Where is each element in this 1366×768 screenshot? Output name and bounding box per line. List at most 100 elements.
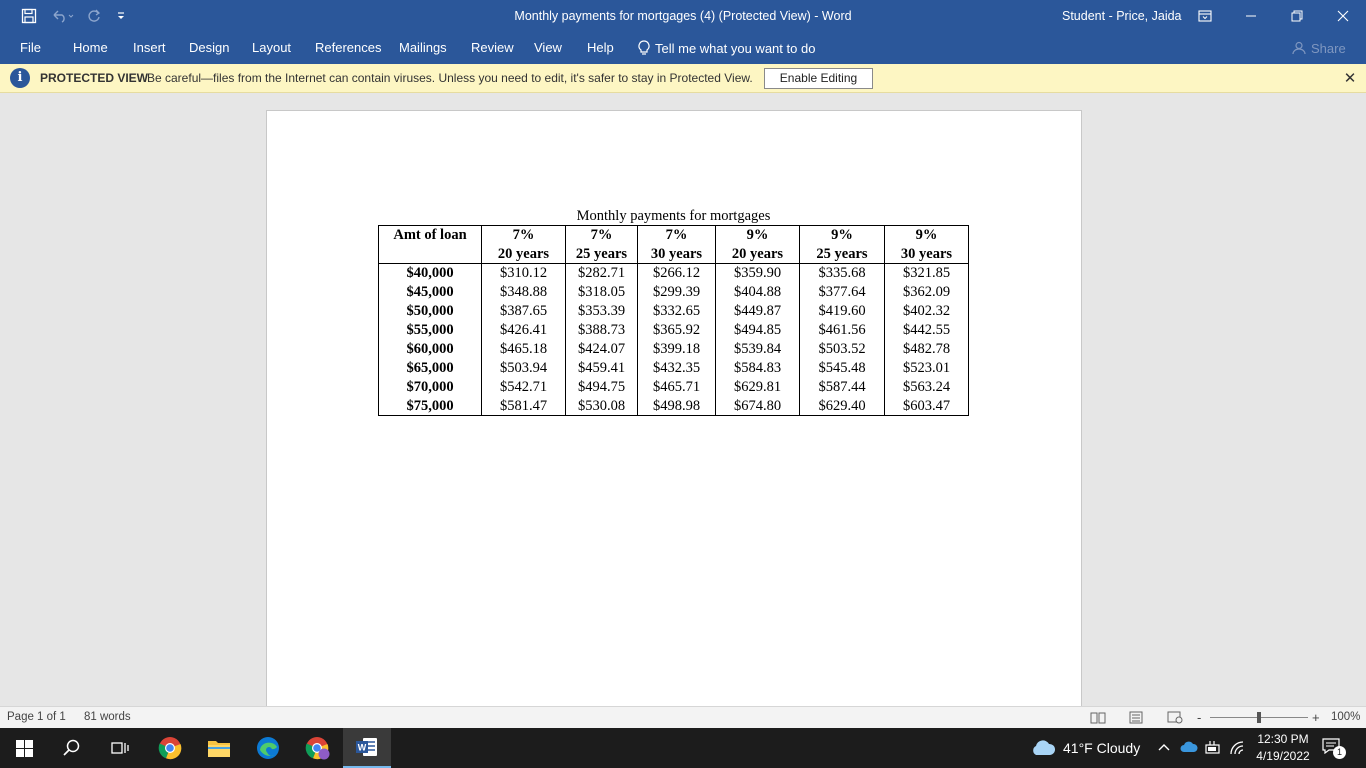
payment-cell: $365.92 (637, 320, 716, 340)
redo-icon[interactable] (84, 0, 104, 32)
windows-start-icon[interactable] (0, 728, 48, 768)
minimize-button[interactable] (1228, 0, 1274, 32)
payment-cell: $266.12 (637, 263, 716, 283)
payment-cell: $461.56 (799, 320, 885, 340)
wifi-icon[interactable] (1229, 740, 1247, 756)
edge-icon[interactable] (244, 728, 292, 768)
onedrive-icon[interactable] (1180, 741, 1198, 753)
payment-cell: $465.71 (637, 377, 716, 397)
loan-amount-cell: $65,000 (378, 358, 482, 378)
word-taskbar-icon[interactable]: W (343, 728, 391, 768)
person-icon (1292, 41, 1306, 55)
mortgage-table: Amt of loan 7% 7% 7% 9% 9% 9% 20 years 2… (378, 225, 969, 416)
close-window-button[interactable] (1320, 0, 1366, 32)
page-count[interactable]: Page 1 of 1 (7, 707, 66, 729)
protected-view-message: Be careful—files from the Internet can c… (147, 71, 753, 85)
tab-references[interactable]: References (315, 32, 381, 64)
chevron-up-icon[interactable] (1157, 742, 1171, 752)
zoom-out-button[interactable]: - (1197, 707, 1201, 729)
payment-cell: $584.83 (715, 358, 800, 378)
tab-file[interactable]: File (20, 32, 41, 64)
task-view-icon[interactable] (96, 728, 144, 768)
print-layout-icon[interactable] (1128, 711, 1144, 724)
table-row: $45,000 $348.88 $318.05 $299.39 $404.88 $377.… (378, 282, 969, 302)
payment-cell: $402.32 (884, 301, 969, 321)
payment-cell: $629.40 (799, 396, 885, 416)
payment-cell: $674.80 (715, 396, 800, 416)
zoom-slider-thumb[interactable] (1257, 712, 1261, 723)
tab-layout[interactable]: Layout (252, 32, 291, 64)
save-icon[interactable] (18, 0, 40, 32)
header-blank (378, 244, 482, 264)
header-rate: 9% (884, 225, 969, 245)
table-row: $75,000 $581.47 $530.08 $498.98 $674.80 $629.… (378, 396, 969, 416)
header-rate: 9% (799, 225, 885, 245)
payment-cell: $629.81 (715, 377, 800, 397)
protected-view-label: PROTECTED VIEW (40, 71, 149, 85)
header-row-term: 20 years 25 years 30 years 20 years 25 y… (378, 244, 969, 264)
payment-cell: $388.73 (565, 320, 638, 340)
payment-cell: $399.18 (637, 339, 716, 359)
tell-me-search[interactable]: Tell me what you want to do (638, 32, 815, 64)
payment-cell: $419.60 (799, 301, 885, 321)
ribbon-display-options-icon[interactable] (1182, 0, 1228, 32)
tab-view[interactable]: View (534, 32, 562, 64)
customize-toolbar-icon[interactable] (112, 0, 130, 32)
payment-cell: $282.71 (565, 263, 638, 283)
notification-center-icon[interactable]: 1 (1322, 738, 1346, 759)
chrome-icon[interactable] (146, 728, 194, 768)
payment-cell: $563.24 (884, 377, 969, 397)
table-row: $70,000 $542.71 $494.75 $465.71 $629.81 $587.… (378, 377, 969, 397)
loan-amount-cell: $50,000 (378, 301, 482, 321)
loan-amount-cell: $70,000 (378, 377, 482, 397)
tab-mailings[interactable]: Mailings (399, 32, 447, 64)
read-mode-icon[interactable] (1090, 711, 1106, 724)
notification-count-badge: 1 (1333, 746, 1346, 759)
clock-date: 4/19/2022 (1256, 749, 1310, 763)
payment-cell: $503.94 (481, 358, 566, 378)
protected-view-bar: i PROTECTED VIEW Be careful—files from t… (0, 64, 1366, 93)
loan-amount-cell: $75,000 (378, 396, 482, 416)
header-amount: Amt of loan (378, 225, 482, 245)
restore-button[interactable] (1274, 0, 1320, 32)
loan-amount-cell: $60,000 (378, 339, 482, 359)
clock[interactable]: 12:30 PM 4/19/2022 (1252, 731, 1314, 765)
word-count[interactable]: 81 words (84, 707, 131, 729)
web-layout-icon[interactable] (1167, 711, 1183, 724)
header-rate: 7% (481, 225, 566, 245)
payment-cell: $387.65 (481, 301, 566, 321)
undo-icon[interactable] (48, 0, 78, 32)
info-icon: i (10, 68, 30, 88)
enable-editing-button[interactable]: Enable Editing (764, 68, 873, 89)
payment-cell: $603.47 (884, 396, 969, 416)
battery-plug-icon[interactable] (1204, 740, 1222, 756)
weather-text[interactable]: 41°F Cloudy (1063, 728, 1140, 768)
cloudy-weather-icon[interactable] (1030, 738, 1056, 758)
payment-cell: $310.12 (481, 263, 566, 283)
share-button[interactable]: Share (1292, 32, 1346, 64)
payment-cell: $335.68 (799, 263, 885, 283)
close-message-icon[interactable]: ✕ (1340, 64, 1360, 93)
tab-review[interactable]: Review (471, 32, 514, 64)
file-explorer-icon[interactable] (195, 728, 243, 768)
payment-cell: $348.88 (481, 282, 566, 302)
payment-cell: $404.88 (715, 282, 800, 302)
tab-help[interactable]: Help (587, 32, 614, 64)
payment-cell: $581.47 (481, 396, 566, 416)
search-icon[interactable] (48, 728, 96, 768)
zoom-level[interactable]: 100% (1331, 707, 1360, 729)
tab-design[interactable]: Design (189, 32, 229, 64)
loan-amount-cell: $40,000 (378, 263, 482, 283)
payment-cell: $542.71 (481, 377, 566, 397)
payment-cell: $321.85 (884, 263, 969, 283)
chrome-profile-icon[interactable] (294, 728, 342, 768)
payment-cell: $494.85 (715, 320, 800, 340)
tab-insert[interactable]: Insert (133, 32, 166, 64)
tab-home[interactable]: Home (73, 32, 108, 64)
lightbulb-icon (638, 40, 650, 55)
payment-cell: $530.08 (565, 396, 638, 416)
status-bar: Page 1 of 1 81 words - + 100% (0, 706, 1366, 728)
zoom-in-button[interactable]: + (1312, 707, 1320, 729)
user-name[interactable]: Student - Price, Jaida (1062, 0, 1182, 32)
loan-amount-cell: $45,000 (378, 282, 482, 302)
